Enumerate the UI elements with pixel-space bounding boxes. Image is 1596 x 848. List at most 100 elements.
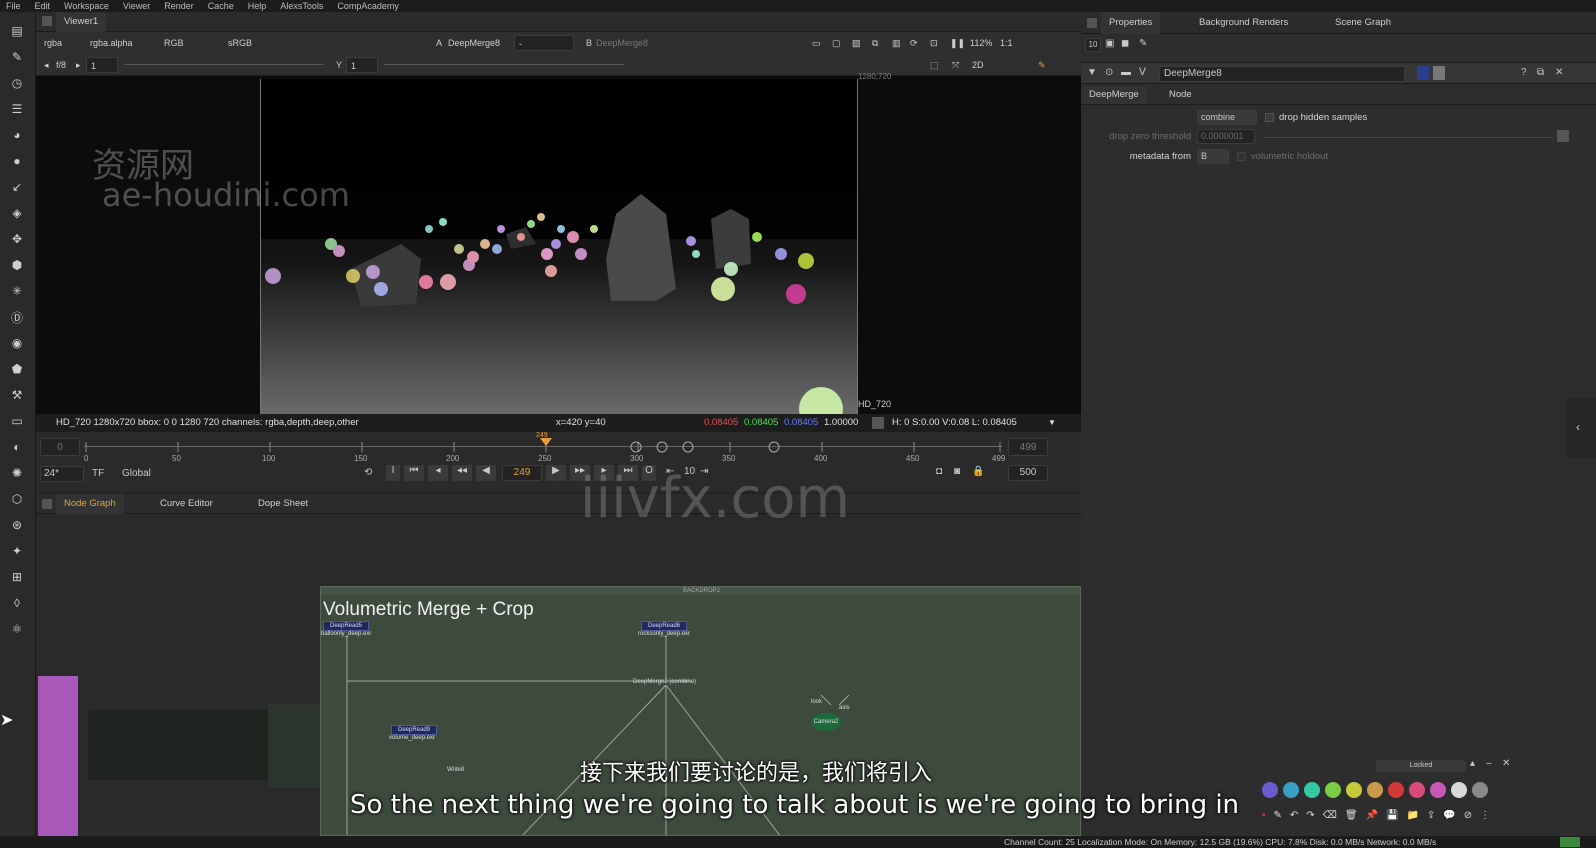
time-nodes-icon[interactable]: ◷: [8, 74, 26, 92]
view-mode-dropdown[interactable]: 2D: [968, 57, 988, 73]
write-node-label[interactable]: Write8: [447, 767, 464, 773]
upload-icon[interactable]: ⇪: [1427, 810, 1435, 826]
color-swatch-7[interactable]: [1409, 782, 1425, 798]
furnace-icon[interactable]: ◐: [8, 438, 26, 456]
draw-nodes-icon[interactable]: ✎: [8, 48, 26, 66]
tab-node-graph[interactable]: Node Graph: [56, 494, 124, 514]
edit-icon[interactable]: ✎: [1139, 38, 1147, 49]
plugin-icon[interactable]: ⊛: [8, 516, 26, 534]
expand-up-icon[interactable]: ▴: [1470, 758, 1475, 769]
prev-inc-icon[interactable]: ◂◂: [452, 465, 472, 481]
color-swatch-10[interactable]: [1472, 782, 1488, 798]
gain-slider[interactable]: [124, 64, 324, 65]
alpha-dropdown[interactable]: rgba.alpha: [86, 35, 137, 51]
threshold-field[interactable]: 0.0000001: [1197, 129, 1255, 144]
menu-compacademy[interactable]: CompAcademy: [337, 0, 399, 12]
channels-dropdown[interactable]: rgba: [40, 35, 66, 51]
current-frame-field[interactable]: 249: [502, 465, 542, 481]
particles-nodes-icon[interactable]: ✳: [8, 282, 26, 300]
minimize-icon[interactable]: –: [1486, 758, 1492, 769]
deep-nodes-icon[interactable]: Ⓓ: [8, 308, 26, 326]
pen-tool-icon[interactable]: ✎: [1274, 810, 1282, 826]
color-swatch-4[interactable]: [1346, 782, 1362, 798]
refresh-icon[interactable]: ⟳: [906, 35, 922, 51]
merge-nodes-icon[interactable]: ◈: [8, 204, 26, 222]
color-swatch-2[interactable]: [1304, 782, 1320, 798]
toolsets-icon[interactable]: ⚒: [8, 386, 26, 404]
menu-help[interactable]: Help: [248, 0, 267, 12]
menu-file[interactable]: File: [6, 0, 21, 12]
collapse-icon[interactable]: ▼: [1087, 67, 1097, 78]
fps-dropdown[interactable]: 24*: [40, 466, 84, 482]
roi-icon[interactable]: ▭: [808, 35, 825, 51]
drop-hidden-checkbox[interactable]: [1265, 113, 1274, 122]
end-frame-out-field[interactable]: 500: [1008, 465, 1048, 481]
play-forward-icon[interactable]: ▶: [546, 465, 566, 481]
float-icon[interactable]: ⧉: [1537, 67, 1544, 78]
menu-workspace[interactable]: Workspace: [64, 0, 109, 12]
update-icon[interactable]: ⊡: [926, 35, 942, 51]
filter-nodes-icon[interactable]: ●: [8, 152, 26, 170]
folder-icon[interactable]: 📁: [1406, 810, 1418, 826]
chat-icon[interactable]: 💬: [1443, 810, 1455, 826]
lock-range-icon[interactable]: 🔒: [972, 466, 984, 477]
next-fstop-icon[interactable]: ▸: [72, 57, 85, 73]
close-icon[interactable]: ✕: [1555, 67, 1563, 78]
color-pick-icon[interactable]: ✎: [1034, 57, 1050, 73]
clear-panels-icon[interactable]: ▣: [1105, 38, 1114, 49]
undo-icon[interactable]: ↶: [1290, 810, 1298, 826]
color-swatch-9[interactable]: [1451, 782, 1467, 798]
tab-curve-editor[interactable]: Curve Editor: [152, 494, 221, 514]
3d-nodes-icon[interactable]: ⬢: [8, 256, 26, 274]
range-dropdown[interactable]: Global: [122, 467, 151, 481]
color-swatch-0[interactable]: [1262, 782, 1278, 798]
cara-vr-icon[interactable]: ⬡: [8, 490, 26, 508]
threshold-slider[interactable]: [1263, 137, 1553, 138]
camera-node[interactable]: Camera2: [811, 713, 841, 731]
node-name-field[interactable]: DeepMerge8: [1159, 66, 1405, 82]
operation-dropdown[interactable]: combine: [1197, 110, 1257, 125]
side-expand-tab[interactable]: ‹: [1566, 398, 1596, 458]
menu-viewer[interactable]: Viewer: [123, 0, 150, 12]
start-frame-field[interactable]: 0: [40, 438, 80, 456]
deepread6-node[interactable]: DeepRead6: [641, 621, 687, 631]
color-swatch-1[interactable]: [1283, 782, 1299, 798]
deepread9-node[interactable]: DeepRead9: [391, 725, 437, 735]
color-swatch-3[interactable]: [1325, 782, 1341, 798]
views-nodes-icon[interactable]: ◉: [8, 334, 26, 352]
play-back-icon[interactable]: ◀: [476, 465, 496, 481]
gamma-field[interactable]: 1: [346, 57, 378, 73]
gain-field[interactable]: 1: [86, 57, 118, 73]
transform-nodes-icon[interactable]: ✥: [8, 230, 26, 248]
menu-render[interactable]: Render: [164, 0, 194, 12]
menu-edit[interactable]: Edit: [35, 0, 51, 12]
first-frame-icon[interactable]: ⏮: [404, 465, 424, 481]
other-nodes-icon[interactable]: ▭: [8, 412, 26, 430]
loop-icon[interactable]: ⟲: [364, 467, 372, 478]
channel-nodes-icon[interactable]: ☰: [8, 100, 26, 118]
disable-icon[interactable]: ⊘: [1464, 810, 1472, 826]
proxy-icon[interactable]: ⧉: [868, 35, 882, 51]
info-expand-icon[interactable]: ▼: [1048, 414, 1056, 432]
tab-dope-sheet[interactable]: Dope Sheet: [250, 494, 316, 514]
more-icon[interactable]: ⋮: [1480, 810, 1490, 826]
trash-icon[interactable]: 🗑: [1345, 810, 1358, 826]
prev-fstop-icon[interactable]: ◂: [40, 57, 53, 73]
image-nodes-icon[interactable]: ▤: [8, 22, 26, 40]
menu-alexstools[interactable]: AlexsTools: [280, 0, 323, 12]
threshold-anim-button[interactable]: [1557, 130, 1569, 142]
ofx-icon[interactable]: ✺: [8, 464, 26, 482]
compare-dropdown[interactable]: -: [514, 35, 574, 51]
metadata-dropdown[interactable]: B: [1197, 149, 1229, 164]
downscale-icon[interactable]: ▥: [888, 35, 905, 51]
wipe-icon[interactable]: ⬚: [926, 57, 943, 73]
tab-properties[interactable]: Properties: [1101, 12, 1161, 34]
locked-field[interactable]: Locked: [1376, 760, 1466, 772]
gizmo-icon[interactable]: ⊞: [8, 568, 26, 586]
cache-icon[interactable]: ◙: [954, 466, 960, 477]
drop-icon[interactable]: ◊: [8, 594, 26, 612]
node-mask-icon[interactable]: ▬: [1121, 67, 1131, 78]
transform-icon[interactable]: ⤧: [948, 57, 963, 73]
overlay-close-icon[interactable]: ✕: [1502, 758, 1510, 769]
pin-icon[interactable]: 📌: [1366, 810, 1378, 826]
